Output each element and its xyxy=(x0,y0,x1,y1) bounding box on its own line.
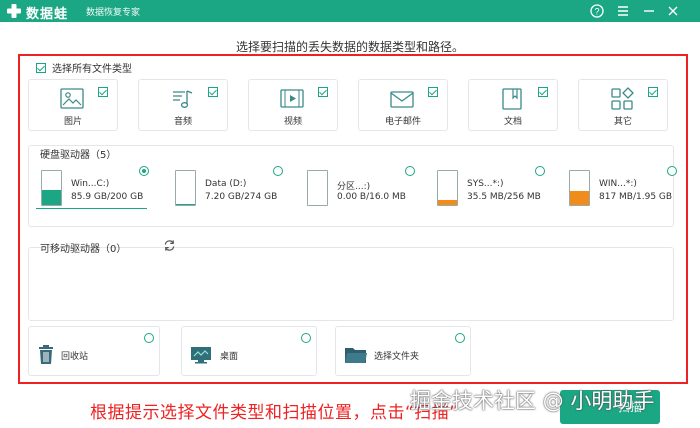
page-heading: 选择要扫描的丢失数据的数据类型和路径。 xyxy=(235,40,464,54)
app-window: 数据蛙 数据恢复专家 ? 选择要扫描的丢失数据的数据类型和路径。 选择所有文件类… xyxy=(0,0,700,428)
annotation-highlight-frame xyxy=(18,54,688,384)
watermark: 掘金技术社区 @ 小明助手 xyxy=(410,389,655,413)
close-button[interactable] xyxy=(664,2,682,20)
app-name: 数据蛙 xyxy=(26,7,69,22)
svg-text:?: ? xyxy=(594,7,599,17)
minimize-icon xyxy=(644,10,654,12)
menu-button[interactable] xyxy=(614,2,632,20)
menu-icon xyxy=(618,6,628,16)
minimize-button[interactable] xyxy=(640,2,658,20)
help-button[interactable]: ? xyxy=(588,2,606,20)
app-subtitle: 数据恢复专家 xyxy=(86,8,141,18)
logo-icon xyxy=(7,4,21,18)
help-icon: ? xyxy=(590,4,604,18)
close-icon xyxy=(668,6,678,16)
title-bar: 数据蛙 数据恢复专家 ? xyxy=(0,0,700,22)
annotation-instruction: 根据提示选择文件类型和扫描位置，点击“扫描” xyxy=(90,403,459,423)
